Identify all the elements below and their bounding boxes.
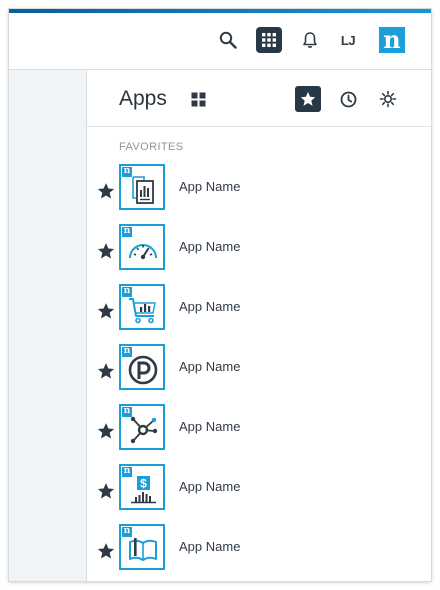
dollar-chart-icon: $ bbox=[131, 476, 156, 504]
notifications-button[interactable] bbox=[297, 27, 323, 53]
top-bar: LJ n bbox=[9, 13, 431, 70]
svg-text:$: $ bbox=[140, 477, 147, 491]
app-name: App Name bbox=[179, 539, 241, 554]
app-item[interactable]: n $ App Name bbox=[87, 462, 431, 522]
app-item[interactable]: n App Name bbox=[87, 162, 431, 222]
documents-chart-icon bbox=[132, 176, 154, 204]
apps-grid-icon bbox=[262, 33, 276, 47]
app-tile[interactable]: n bbox=[119, 344, 165, 390]
app-tile[interactable]: n bbox=[119, 524, 165, 570]
nintex-logo[interactable]: n bbox=[379, 27, 405, 53]
favorite-star-icon[interactable] bbox=[97, 482, 115, 500]
left-sidebar bbox=[9, 70, 87, 581]
search-button[interactable] bbox=[215, 27, 241, 53]
favorite-star-icon[interactable] bbox=[97, 182, 115, 200]
favorite-star-icon[interactable] bbox=[97, 302, 115, 320]
favorites-tab[interactable] bbox=[295, 86, 321, 112]
app-name: App Name bbox=[179, 419, 241, 434]
sparkle-icon bbox=[379, 90, 397, 108]
panel-header: Apps bbox=[87, 70, 431, 127]
favorite-star-icon[interactable] bbox=[97, 362, 115, 380]
section-label: FAVORITES bbox=[119, 141, 184, 153]
page-title: Apps bbox=[119, 87, 167, 110]
app-name: App Name bbox=[179, 359, 241, 374]
search-icon bbox=[219, 31, 237, 49]
app-tile[interactable]: n bbox=[119, 224, 165, 270]
speedometer-icon bbox=[129, 244, 157, 260]
recent-tab[interactable] bbox=[335, 86, 361, 112]
app-tile[interactable]: n bbox=[119, 404, 165, 450]
app-item[interactable]: n App Name bbox=[87, 222, 431, 282]
app-tile[interactable]: n bbox=[119, 284, 165, 330]
app-item[interactable]: n App Name bbox=[87, 402, 431, 462]
bell-icon bbox=[303, 32, 317, 48]
app-item[interactable]: n App Name bbox=[87, 522, 431, 581]
clock-icon bbox=[340, 91, 356, 107]
app-tile[interactable]: n $ bbox=[119, 464, 165, 510]
app-item[interactable]: n App Name bbox=[87, 342, 431, 402]
star-icon bbox=[300, 92, 316, 106]
app-name: App Name bbox=[179, 479, 241, 494]
app-name: App Name bbox=[179, 179, 241, 194]
open-book-icon bbox=[129, 538, 157, 561]
tile-view-button[interactable] bbox=[185, 86, 211, 112]
apps-panel: Apps FAVORITES n App Name n App Name n A… bbox=[87, 70, 431, 581]
favorite-star-icon[interactable] bbox=[97, 542, 115, 560]
user-initials[interactable]: LJ bbox=[335, 27, 361, 53]
tiles-icon bbox=[191, 92, 205, 106]
app-name: App Name bbox=[179, 239, 241, 254]
app-tile[interactable]: n bbox=[119, 164, 165, 210]
app-name: App Name bbox=[179, 299, 241, 314]
p-logo-icon bbox=[128, 355, 158, 385]
hub-nodes-icon bbox=[130, 416, 158, 444]
featured-tab[interactable] bbox=[375, 86, 401, 112]
favorite-star-icon[interactable] bbox=[97, 242, 115, 260]
apps-grid-button[interactable] bbox=[256, 27, 282, 53]
app-list: n App Name n App Name n App Name n App N… bbox=[87, 162, 431, 581]
favorite-star-icon[interactable] bbox=[97, 422, 115, 440]
shopping-cart-chart-icon bbox=[129, 298, 156, 324]
app-window: LJ n Apps FAVORITES n App Name n App Nam… bbox=[9, 9, 431, 581]
app-item[interactable]: n App Name bbox=[87, 282, 431, 342]
